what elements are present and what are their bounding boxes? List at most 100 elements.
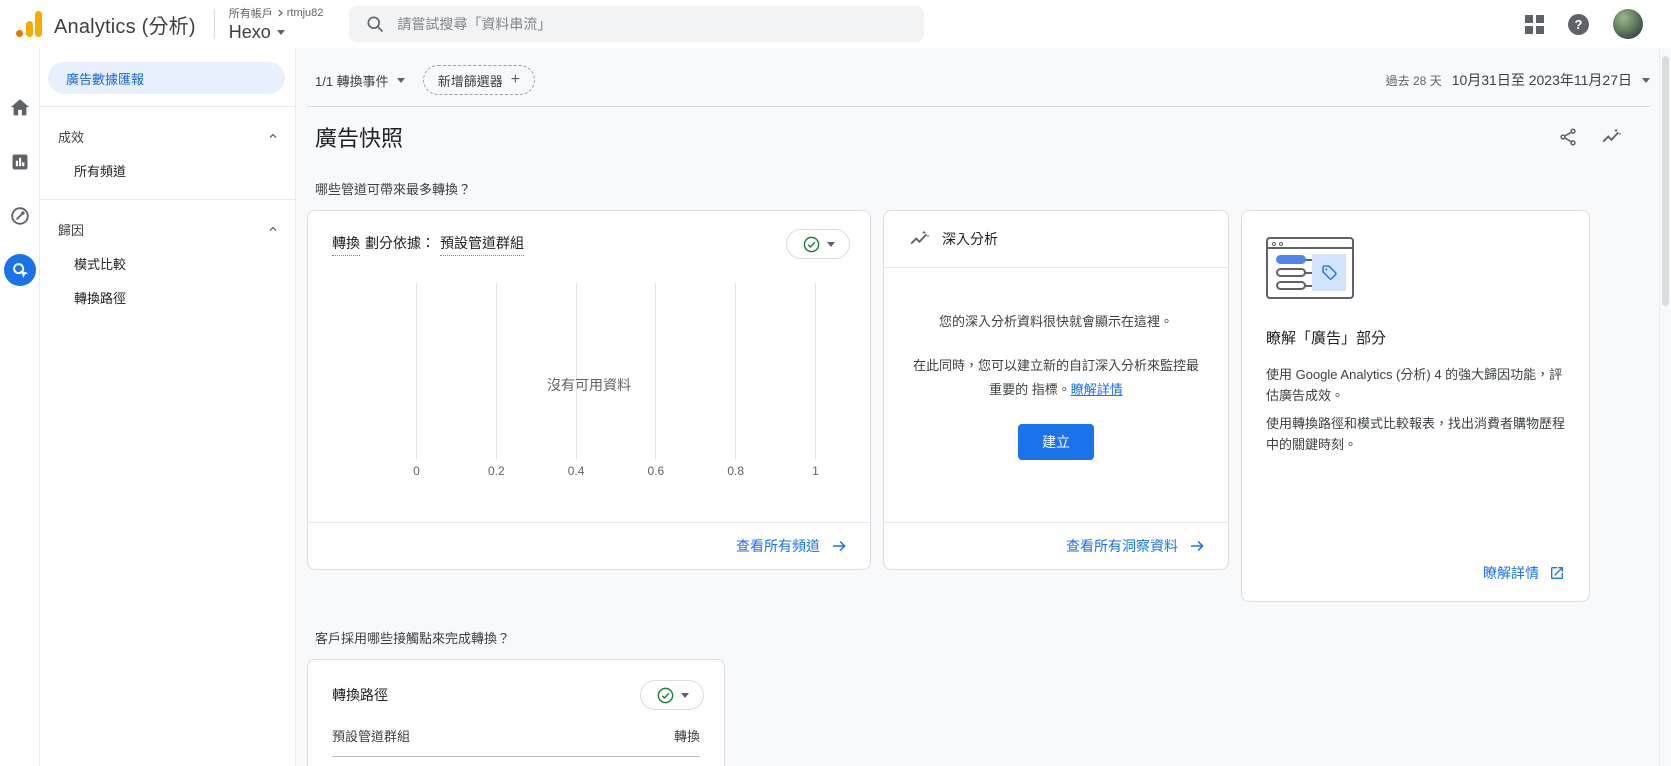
top-bar: Analytics (分析) 所有帳戶 rtmju82 Hexo ? — [0, 0, 1671, 48]
x-tick: 0.4 — [567, 464, 585, 478]
date-range-label: 過去 28 天 — [1385, 73, 1442, 88]
help-icon[interactable]: ? — [1568, 13, 1589, 35]
x-tick: 0.8 — [727, 464, 745, 478]
learn-paragraph-2: 使用轉換路徑和模式比較報表，找出消費者購物歷程中的關鍵時刻。 — [1266, 415, 1566, 453]
breadcrumb-account: rtmju82 — [286, 7, 324, 19]
app-title: Analytics (分析) — [54, 15, 196, 38]
insights-icon — [910, 230, 930, 245]
arrow-right-icon — [833, 540, 846, 552]
chevron-up-icon — [269, 133, 277, 138]
x-tick: 1 — [812, 464, 819, 478]
learn-advertising-card: 瞭解「廣告」部分 使用 Google Analytics (分析) 4 的強大歸… — [1241, 210, 1590, 602]
question-channels: 哪些管道可帶來最多轉換？ — [315, 182, 472, 197]
arrow-right-icon — [1191, 540, 1204, 552]
header-divider — [307, 106, 1650, 107]
chevron-up-icon — [269, 226, 277, 231]
learn-more-link[interactable]: 瞭解詳情 — [1071, 382, 1123, 397]
data-quality-dropdown[interactable] — [786, 229, 850, 259]
chevron-down-icon — [826, 241, 835, 247]
property-selector[interactable]: 所有帳戶 rtmju82 Hexo — [229, 5, 324, 43]
cards-row: 轉換 劃分依據： 預設管道群組 0 0.2 0.4 0.6 0.8 1 沒有可用… — [307, 210, 1650, 602]
tag-icon — [1321, 265, 1337, 280]
learn-paragraph-1: 使用 Google Analytics (分析) 4 的強大歸因功能，評估廣告成… — [1266, 367, 1563, 404]
scrollbar-thumb[interactable] — [1662, 56, 1669, 306]
chevron-right-icon — [278, 9, 283, 17]
chart-plot: 0 0.2 0.4 0.6 0.8 1 — [413, 283, 819, 478]
filter-bar: 1/1 轉換事件 新增篩選器 + 過去 28 天 10月31日至 2023年11… — [307, 61, 1650, 99]
chevron-down-icon — [396, 77, 405, 83]
table-header-row: 預設管道群組 轉換 — [332, 726, 700, 757]
x-tick: 0.2 — [487, 464, 505, 478]
add-filter-button[interactable]: 新增篩選器 + — [422, 65, 536, 95]
view-all-channels-link[interactable]: 查看所有頻道 — [736, 536, 848, 556]
learn-more-external-link[interactable]: 瞭解詳情 — [1483, 563, 1565, 583]
topbar-actions: ? — [1525, 9, 1671, 39]
learn-card-title: 瞭解「廣告」部分 — [1266, 330, 1387, 347]
breadcrumb-root: 所有帳戶 — [228, 8, 273, 20]
scrollbar-track — [1659, 48, 1671, 766]
table-empty-message: 目前沒有任何資料 — [308, 757, 724, 766]
sidebar-item-conversion-paths[interactable]: 轉換路徑 — [40, 280, 295, 314]
plus-icon: + — [510, 71, 521, 88]
column-metric: 轉換 — [673, 729, 700, 744]
question-touchpoints: 客戶採用哪些接觸點來完成轉換？ — [315, 631, 511, 646]
data-quality-dropdown[interactable] — [640, 680, 704, 710]
chevron-down-icon — [276, 30, 285, 35]
dimension-selector[interactable]: 預設管道群組 — [440, 233, 524, 256]
chevron-down-icon — [1642, 77, 1650, 83]
x-tick: 0.6 — [647, 464, 665, 478]
app-window: Analytics (分析) 所有帳戶 rtmju82 Hexo ? — [0, 0, 1671, 766]
chart-title: 轉換 劃分依據： 預設管道群組 — [332, 233, 524, 256]
insights-message-1: 您的深入分析資料很快就會顯示在這裡。 — [938, 314, 1173, 329]
check-circle-icon — [657, 687, 673, 703]
insights-icon[interactable] — [1600, 126, 1622, 148]
sidebar-divider — [40, 199, 295, 200]
column-dimension: 預設管道群組 — [332, 729, 411, 744]
chart-empty-message: 沒有可用資料 — [547, 377, 631, 393]
sidebar-section-attribution[interactable]: 歸因 — [40, 212, 295, 246]
sidebar-section-performance[interactable]: 成效 — [40, 119, 295, 153]
reports-icon[interactable] — [4, 146, 36, 178]
main-content: 1/1 轉換事件 新增篩選器 + 過去 28 天 10月31日至 2023年11… — [296, 48, 1671, 766]
nav-rail — [0, 48, 40, 766]
google-analytics-logo-icon — [16, 11, 42, 37]
search-input[interactable] — [397, 16, 909, 32]
search-box[interactable] — [349, 6, 925, 42]
title-row: 廣告快照 — [307, 121, 1650, 153]
home-icon[interactable] — [4, 92, 36, 124]
sidebar-divider — [40, 106, 295, 107]
browser-tag-illustration — [1266, 237, 1354, 299]
conversion-events-dropdown[interactable]: 1/1 轉換事件 — [307, 71, 405, 90]
user-avatar[interactable] — [1613, 9, 1643, 39]
insights-message-2: 在此同時，您可以建立新的自訂深入分析來監控最重要的 指標。 — [912, 358, 1199, 398]
logo-area: Analytics (分析) — [0, 10, 196, 39]
open-in-new-icon — [1551, 567, 1563, 579]
create-button[interactable]: 建立 — [1018, 424, 1094, 461]
sidebar-item-all-channels[interactable]: 所有頻道 — [40, 153, 295, 187]
property-name: Hexo — [228, 22, 271, 42]
check-circle-icon — [803, 236, 819, 252]
view-all-insights-link[interactable]: 查看所有洞察資料 — [1066, 536, 1206, 556]
explore-icon[interactable] — [4, 200, 36, 232]
account-breadcrumb: 所有帳戶 rtmju82 — [229, 5, 324, 21]
page-title: 廣告快照 — [315, 126, 404, 151]
sidebar-item-advertising-snapshot[interactable]: 廣告數據匯報 — [48, 62, 285, 94]
insights-card: 深入分析 您的深入分析資料很快就會顯示在這裡。 在此同時，您可以建立新的自訂深入… — [883, 210, 1229, 570]
advertising-icon[interactable] — [3, 254, 36, 286]
report-sidebar: 廣告數據匯報 成效 所有頻道 歸因 模式比較 轉換路徑 — [40, 48, 296, 766]
chevron-down-icon — [680, 692, 689, 698]
metric-selector[interactable]: 轉換 — [332, 233, 360, 256]
topbar-divider — [213, 9, 215, 39]
apps-grid-icon[interactable] — [1525, 14, 1544, 34]
conversion-paths-title: 轉換路徑 — [332, 687, 388, 703]
date-range-picker[interactable]: 過去 28 天 10月31日至 2023年11月27日 — [1386, 70, 1650, 90]
search-icon — [367, 16, 384, 33]
date-range-value: 10月31日至 2023年11月27日 — [1451, 72, 1632, 88]
sidebar-item-model-comparison[interactable]: 模式比較 — [40, 246, 295, 280]
bar-chart-area: 0 0.2 0.4 0.6 0.8 1 沒有可用資料 — [413, 283, 819, 522]
share-icon[interactable] — [1558, 127, 1578, 147]
x-tick: 0 — [413, 464, 420, 478]
conversions-chart-card: 轉換 劃分依據： 預設管道群組 0 0.2 0.4 0.6 0.8 1 沒有可用… — [307, 210, 871, 570]
insights-card-title: 深入分析 — [942, 231, 998, 247]
conversion-paths-card: 轉換路徑 預設管道群組 轉換 目前沒有任何資料 — [307, 659, 725, 766]
